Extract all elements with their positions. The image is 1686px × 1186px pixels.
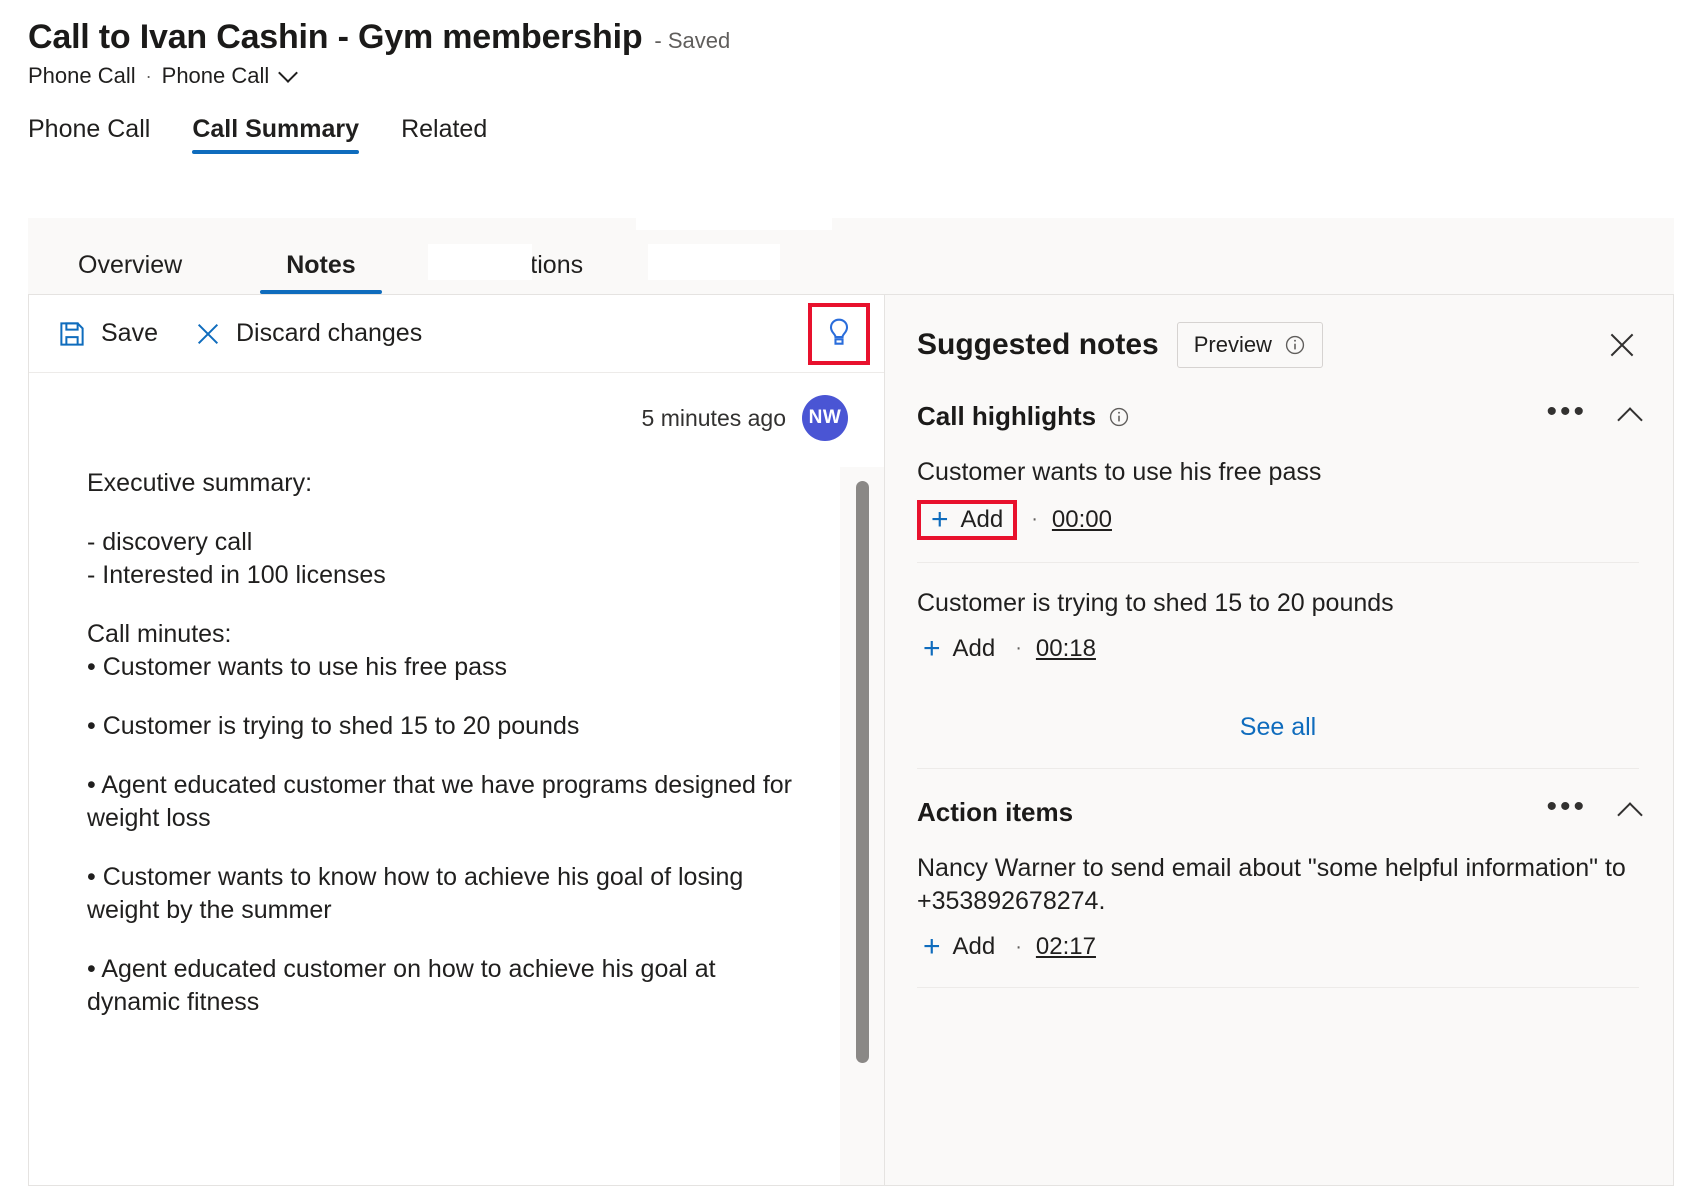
add-label: Add [953, 933, 996, 961]
note-meta-row: 5 minutes ago NW [29, 373, 884, 441]
note-line: • Agent educated customer that we have p… [87, 769, 810, 835]
add-label: Add [961, 506, 1004, 534]
close-x-icon [194, 320, 222, 348]
chevron-up-icon[interactable] [1617, 802, 1642, 827]
ellipsis-icon[interactable]: ••• [1546, 407, 1587, 427]
suggestion-timestamp[interactable]: 02:17 [1036, 933, 1096, 961]
breadcrumb: Phone Call · Phone Call [28, 63, 1686, 89]
preview-badge[interactable]: Preview [1177, 322, 1323, 368]
see-all-link[interactable]: See all [1240, 713, 1316, 742]
note-line: • Customer is trying to shed 15 to 20 po… [87, 710, 810, 743]
suggestion-timestamp[interactable]: 00:18 [1036, 635, 1096, 663]
section-header-call-highlights: Call highlights ••• [917, 401, 1639, 432]
notes-toolbar: Save Discard changes [29, 295, 884, 373]
preview-label: Preview [1194, 332, 1272, 358]
suggested-notes-toggle[interactable] [808, 303, 870, 365]
page-title: Call to Ivan Cashin - Gym membership [28, 18, 642, 57]
suggested-notes-title: Suggested notes [917, 328, 1159, 362]
info-icon[interactable] [1108, 406, 1130, 428]
breadcrumb-form: Phone Call [162, 63, 270, 89]
suggestion-add-row: + Add · 00:18 [917, 631, 1639, 689]
chevron-down-icon[interactable] [278, 63, 298, 83]
add-separator: · [1015, 936, 1022, 959]
plus-icon: + [923, 935, 941, 959]
avatar[interactable]: NW [802, 395, 848, 441]
note-line: Executive summary: [87, 467, 810, 500]
suggestion-text: Nancy Warner to send email about "some h… [917, 852, 1639, 920]
tab-related[interactable]: Related [401, 115, 487, 154]
lightbulb-icon [824, 317, 854, 351]
note-line: - discovery call [87, 526, 810, 559]
notes-scrollbar[interactable] [840, 467, 884, 1185]
redaction-block-left [428, 244, 532, 280]
note-line: • Customer wants to use his free pass [87, 651, 810, 684]
panel-body: Save Discard changes 5 minutes ago [28, 294, 1674, 1186]
discard-changes-button[interactable]: Discard changes [194, 319, 422, 348]
plus-icon: + [931, 508, 949, 532]
add-separator: · [1015, 637, 1022, 660]
inner-tab-overview[interactable]: Overview [78, 251, 182, 294]
close-panel-button[interactable] [1605, 328, 1639, 362]
inner-tabs: Overview Notes Mentions [28, 218, 1674, 294]
notes-body: Executive summary: - discovery call - In… [29, 441, 884, 1185]
section-actions: ••• [1546, 802, 1639, 822]
note-line: • Agent educated customer on how to achi… [87, 953, 810, 1019]
breadcrumb-separator: · [146, 66, 152, 87]
add-label: Add [953, 635, 996, 663]
inner-tab-notes[interactable]: Notes [286, 251, 355, 294]
title-row: Call to Ivan Cashin - Gym membership - S… [28, 18, 1686, 57]
suggestion-add-row: + Add · 02:17 [917, 929, 1639, 987]
chevron-up-icon[interactable] [1617, 407, 1642, 432]
note-timestamp: 5 minutes ago [642, 405, 786, 432]
save-status: - Saved [654, 28, 730, 54]
add-separator: · [1031, 508, 1038, 531]
notes-content[interactable]: Executive summary: - discovery call - In… [29, 467, 840, 1185]
form-tabs: Phone Call Call Summary Related [0, 115, 1686, 154]
record-header: Call to Ivan Cashin - Gym membership - S… [0, 0, 1686, 89]
floppy-disk-icon [57, 319, 87, 349]
note-line: - Interested in 100 licenses [87, 559, 810, 592]
suggestion-timestamp[interactable]: 00:00 [1052, 506, 1112, 534]
suggestion-text: Customer wants to use his free pass [917, 456, 1639, 490]
redaction-block-top [636, 218, 832, 230]
section-header-action-items: Action items ••• [917, 797, 1639, 828]
note-line: Call minutes: [87, 618, 810, 651]
ellipsis-icon[interactable]: ••• [1546, 802, 1587, 822]
suggestion-add-row: + Add · 00:00 [917, 500, 1639, 562]
suggestion-item: Customer is trying to shed 15 to 20 poun… [917, 563, 1639, 689]
scrollbar-thumb[interactable] [856, 481, 869, 1063]
discard-changes-label: Discard changes [236, 319, 422, 348]
plus-icon: + [923, 637, 941, 661]
suggested-notes-header: Suggested notes Preview [917, 295, 1639, 373]
suggestion-item: Nancy Warner to send email about "some h… [917, 828, 1639, 989]
call-summary-panel: Overview Notes Mentions Save [28, 218, 1674, 1186]
save-button-label: Save [101, 319, 158, 348]
info-icon[interactable] [1284, 334, 1306, 356]
tab-call-summary[interactable]: Call Summary [192, 115, 359, 154]
tab-phone-call[interactable]: Phone Call [28, 115, 150, 154]
section-title: Call highlights [917, 401, 1096, 432]
suggested-notes-panel: Suggested notes Preview Call highlights [884, 294, 1674, 1186]
add-suggestion-button[interactable]: + Add [917, 631, 1001, 667]
breadcrumb-entity: Phone Call [28, 63, 136, 89]
add-suggestion-button[interactable]: + Add [917, 929, 1001, 965]
suggestion-text: Customer is trying to shed 15 to 20 poun… [917, 587, 1639, 621]
add-suggestion-button[interactable]: + Add [917, 500, 1017, 540]
see-all-row: See all [917, 689, 1639, 769]
suggestion-item: Customer wants to use his free pass + Ad… [917, 432, 1639, 563]
section-actions: ••• [1546, 407, 1639, 427]
redaction-block-right [648, 244, 780, 280]
note-line: • Customer wants to know how to achieve … [87, 861, 810, 927]
section-title: Action items [917, 797, 1073, 828]
notes-editor-card: Save Discard changes 5 minutes ago [28, 294, 884, 1186]
save-button[interactable]: Save [57, 319, 158, 349]
